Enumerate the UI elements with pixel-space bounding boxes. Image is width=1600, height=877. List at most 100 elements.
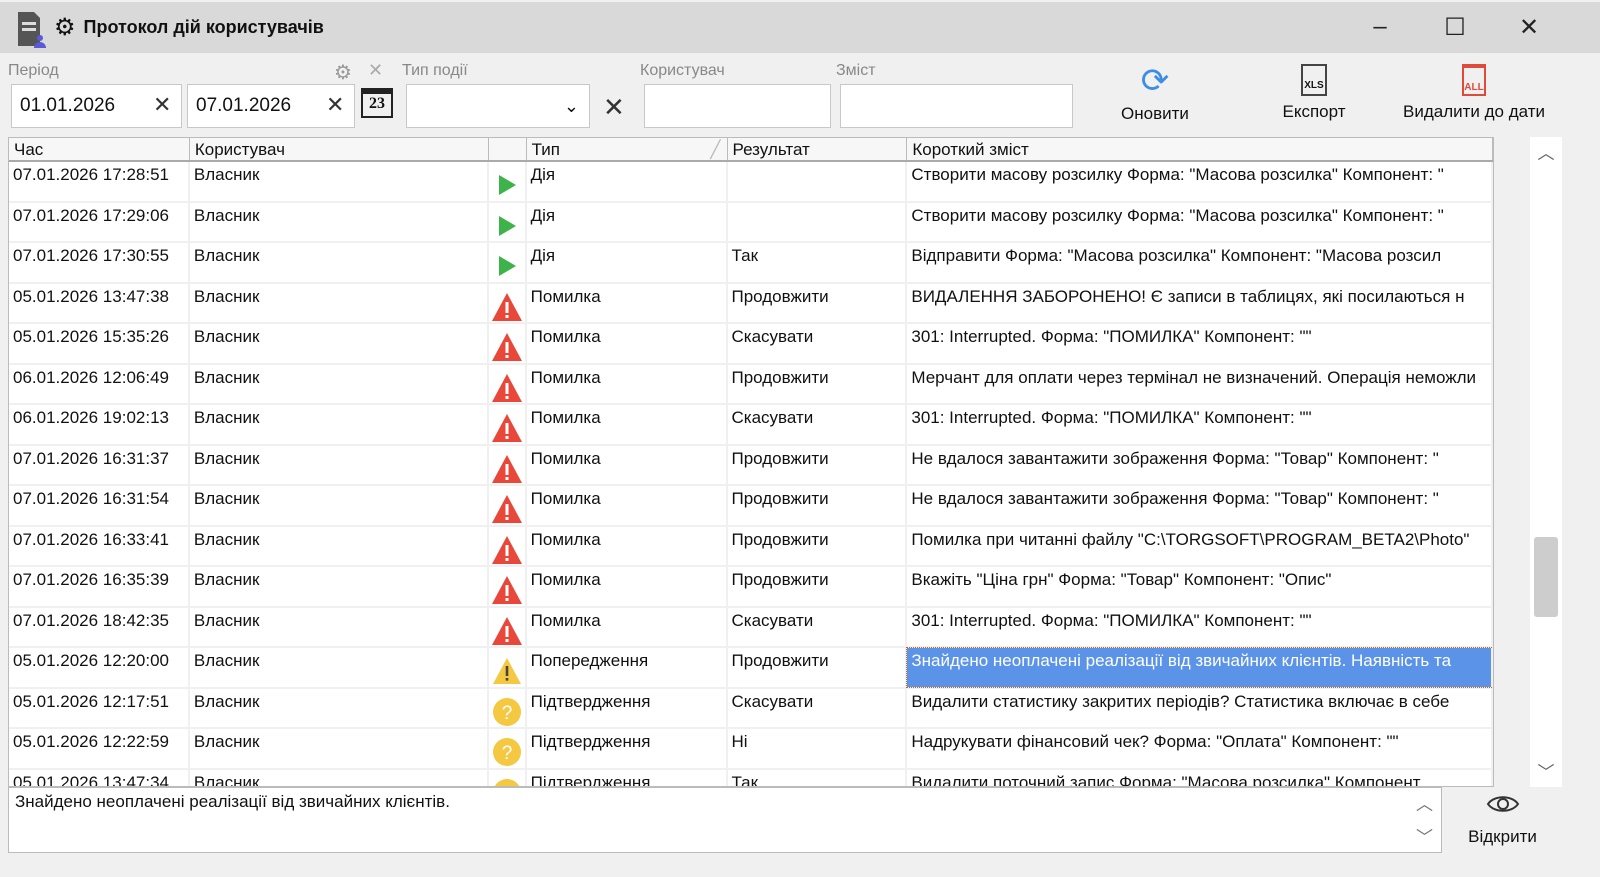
cell-user: Власник — [190, 648, 489, 687]
table-row[interactable]: 06.01.2026 19:02:13 Власник Помилка Скас… — [9, 405, 1493, 446]
cell-content: Видалити статистику закритих періодів? С… — [907, 688, 1493, 727]
cell-content: Створити масову розсилку Форма: "Масова … — [907, 202, 1493, 241]
table-row[interactable]: 07.01.2026 17:28:51 Власник Дія Створити… — [9, 162, 1493, 203]
table-row[interactable]: 05.01.2026 12:22:59 Власник ? Підтвердже… — [9, 729, 1493, 770]
svg-text:?: ? — [501, 743, 512, 764]
date-from-value: 01.01.2026 — [20, 95, 116, 116]
table-row[interactable]: 05.01.2026 15:35:26 Власник Помилка Скас… — [9, 324, 1493, 365]
export-label: Експорт — [1282, 102, 1346, 121]
cell-result — [728, 162, 908, 201]
refresh-button[interactable]: ⟳ Оновити — [1105, 62, 1205, 124]
cell-user: Власник — [190, 445, 489, 484]
cell-result: Продовжити — [728, 526, 908, 565]
cell-time: 07.01.2026 16:35:39 — [9, 567, 190, 606]
date-to-value: 07.01.2026 — [196, 95, 292, 116]
scroll-thumb[interactable] — [1534, 537, 1558, 617]
cell-type: Дія — [527, 243, 728, 282]
events-grid[interactable]: Час Користувач Тип ╱ Результат Короткий з… — [8, 137, 1494, 787]
col-user[interactable]: Користувач — [190, 138, 489, 160]
memo-scroll-up-icon[interactable]: ︿ — [1416, 790, 1433, 815]
error-icon — [489, 567, 527, 606]
cell-type: Помилка — [527, 445, 728, 484]
table-row[interactable]: 07.01.2026 17:29:06 Власник Дія Створити… — [9, 202, 1493, 243]
cell-type: Помилка — [527, 364, 728, 403]
table-row[interactable]: 05.01.2026 12:20:00 Власник Попередження… — [9, 647, 1493, 689]
open-button[interactable]: Відкрити — [1455, 792, 1550, 847]
event-type-label: Тип події — [402, 62, 468, 79]
grid-body: 07.01.2026 17:28:51 Власник Дія Створити… — [9, 162, 1493, 786]
cell-user: Власник — [190, 162, 489, 201]
gear-icon[interactable]: ⚙ — [54, 13, 76, 42]
table-row[interactable]: 07.01.2026 17:30:55 Власник Дія Так Відп… — [9, 243, 1493, 284]
cell-time: 07.01.2026 16:31:54 — [9, 486, 190, 525]
scroll-down-icon[interactable]: ﹀ — [1530, 758, 1562, 783]
refresh-icon: ⟳ — [1140, 62, 1170, 100]
table-row[interactable]: 05.01.2026 12:17:51 Власник ? Підтвердже… — [9, 688, 1493, 729]
table-row[interactable]: 07.01.2026 16:33:41 Власник Помилка Прод… — [9, 526, 1493, 567]
col-content[interactable]: Короткий зміст — [907, 138, 1493, 160]
cell-time: 07.01.2026 17:30:55 — [9, 243, 190, 282]
event-type-clear-icon[interactable]: ✕ — [603, 92, 625, 123]
cell-result: Так — [728, 769, 908, 786]
grid-scrollbar[interactable]: ︿ ﹀ — [1530, 137, 1562, 787]
cell-content: 301: Interrupted. Форма: "ПОМИЛКА" Компо… — [907, 324, 1493, 363]
cell-content: 301: Interrupted. Форма: "ПОМИЛКА" Компо… — [907, 607, 1493, 646]
cell-result: Продовжити — [728, 648, 908, 687]
error-icon — [489, 364, 527, 403]
col-result[interactable]: Результат — [728, 138, 908, 160]
minimize-button[interactable]: – — [1345, 2, 1415, 52]
period-settings-gear-icon[interactable]: ⚙ — [334, 60, 352, 85]
play-icon — [489, 202, 527, 241]
cell-result — [728, 202, 908, 241]
col-type[interactable]: Тип ╱ — [527, 138, 728, 160]
content-filter-input[interactable] — [840, 84, 1073, 128]
cell-content: Створити масову розсилку Форма: "Масова … — [907, 162, 1493, 201]
cell-type: Помилка — [527, 283, 728, 322]
cell-time: 05.01.2026 15:35:26 — [9, 324, 190, 363]
cell-type: Помилка — [527, 405, 728, 444]
eye-icon — [1486, 796, 1519, 812]
cell-type: Помилка — [527, 324, 728, 363]
cell-content: ВИДАЛЕННЯ ЗАБОРОНЕНО! Є записи в таблиця… — [907, 283, 1493, 322]
user-filter-input[interactable] — [644, 84, 831, 128]
cell-type: Попередження — [527, 648, 728, 687]
trash-all-icon: ALL — [1462, 64, 1486, 96]
table-row[interactable]: 07.01.2026 16:31:54 Власник Помилка Прод… — [9, 486, 1493, 527]
cell-time: 07.01.2026 17:28:51 — [9, 162, 190, 201]
cell-time: 07.01.2026 16:33:41 — [9, 526, 190, 565]
cell-type: Підтвердження — [527, 769, 728, 786]
cell-time: 05.01.2026 12:17:51 — [9, 688, 190, 727]
period-clear-icon[interactable]: ✕ — [368, 60, 383, 81]
cell-user: Власник — [190, 202, 489, 241]
table-row[interactable]: 07.01.2026 18:42:35 Власник Помилка Скас… — [9, 607, 1493, 648]
cell-result: Продовжити — [728, 445, 908, 484]
col-time[interactable]: Час — [9, 138, 190, 160]
calendar-icon[interactable]: 23 — [361, 88, 393, 118]
period-label: Період — [8, 62, 59, 79]
table-row[interactable]: 07.01.2026 16:31:37 Власник Помилка Прод… — [9, 445, 1493, 486]
error-icon — [489, 283, 527, 322]
col-icon[interactable] — [489, 138, 527, 160]
detail-text-area[interactable]: Знайдено неоплачені реалізації від звича… — [8, 787, 1442, 853]
cell-result: Скасувати — [728, 405, 908, 444]
close-button[interactable]: ✕ — [1494, 2, 1564, 52]
scroll-up-icon[interactable]: ︿ — [1530, 139, 1562, 164]
delete-before-date-button[interactable]: ALL Видалити до дати — [1398, 64, 1550, 122]
question-icon: ? — [489, 769, 527, 786]
cell-type: Підтвердження — [527, 729, 728, 768]
table-row[interactable]: 06.01.2026 12:06:49 Власник Помилка Прод… — [9, 364, 1493, 405]
cell-content: Відправити Форма: "Масова розсилка" Комп… — [907, 243, 1493, 282]
table-row[interactable]: 07.01.2026 16:35:39 Власник Помилка Прод… — [9, 567, 1493, 608]
event-type-select[interactable]: ⌄ — [406, 84, 590, 128]
maximize-button[interactable]: ☐ — [1420, 2, 1490, 52]
export-button[interactable]: XLS Експорт — [1262, 64, 1366, 122]
play-icon — [489, 243, 527, 282]
cell-time: 07.01.2026 18:42:35 — [9, 607, 190, 646]
chevron-down-icon: ⌄ — [563, 95, 579, 116]
table-row[interactable]: 05.01.2026 13:47:34 Власник ? Підтвердже… — [9, 769, 1493, 786]
date-from-clear-icon[interactable]: ✕ — [153, 92, 171, 118]
date-to-clear-icon[interactable]: ✕ — [326, 92, 344, 118]
table-row[interactable]: 05.01.2026 13:47:38 Власник Помилка Прод… — [9, 283, 1493, 324]
cell-user: Власник — [190, 769, 489, 786]
memo-scroll-down-icon[interactable]: ﹀ — [1416, 823, 1433, 848]
